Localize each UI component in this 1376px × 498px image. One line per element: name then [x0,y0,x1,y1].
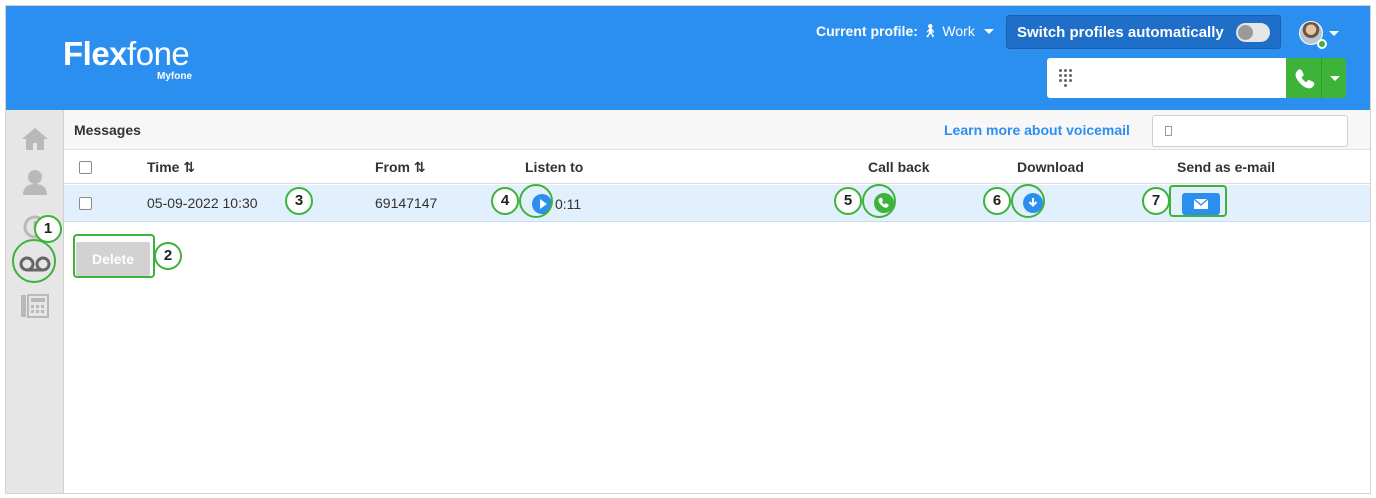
learn-more-link[interactable]: Learn more about voicemail [944,122,1130,138]
annotation-highlight [519,184,553,218]
column-listen: Listen to [525,159,584,175]
keypad-icon[interactable] [1059,69,1073,87]
dial-input[interactable] [1047,58,1286,98]
home-icon[interactable] [20,126,50,152]
message-from: 69147147 [375,195,438,211]
chevron-down-icon [1330,76,1340,81]
annotation-highlight [73,234,155,278]
messages-title-bar: Messages Learn more about voicemail [64,110,1370,150]
annotation-callout-7: 7 [1142,187,1170,215]
message-duration: 0:11 [555,196,582,212]
page-title: Messages [74,122,141,138]
current-profile-selector[interactable]: Current profile: 🚶︎ Work [816,23,994,39]
profile-value: Work [942,23,975,39]
message-time: 05-09-2022 10:30 [147,195,258,211]
switch-profiles-button[interactable]: Switch profiles automatically [1006,15,1281,49]
call-button[interactable] [1286,58,1321,98]
toggle-knob [1238,25,1253,40]
contact-icon[interactable] [20,168,50,196]
chevron-down-icon [983,28,994,34]
app-window: Flexfone Myfone Current profile: 🚶︎ Work… [5,5,1371,494]
sidebar [6,110,64,493]
switch-profiles-label: Switch profiles automatically [1017,23,1224,41]
column-download: Download [1017,159,1084,175]
annotation-callout-2: 2 [154,242,182,270]
select-all-checkbox[interactable] [79,161,92,174]
column-from[interactable]: From ⇅ [375,159,426,176]
annotation-highlight [1169,185,1227,217]
annotation-callout-1: 1 [34,215,62,243]
logo-subtitle: Myfone [157,71,192,82]
messages-panel: Messages Learn more about voicemail Time… [64,110,1370,493]
flexfone-logo[interactable]: Flexfone Myfone [63,36,192,83]
table-header: Time ⇅ From ⇅ Listen to Call back Downlo… [64,150,1370,184]
person-icon: 🚶︎ [921,23,939,38]
top-header: Flexfone Myfone Current profile: 🚶︎ Work… [6,6,1370,110]
online-status-dot [1317,39,1327,49]
sort-icon: ⇅ [183,159,196,175]
phonebook-icon[interactable] [20,294,50,318]
chevron-down-icon[interactable] [1329,31,1339,36]
annotation-callout-3: 3 [285,187,313,215]
column-time[interactable]: Time ⇅ [147,159,195,176]
annotation-callout-4: 4 [491,187,519,215]
sort-icon: ⇅ [413,159,426,175]
annotation-callout-5: 5 [834,187,862,215]
annotation-highlight [862,184,896,218]
column-call-back: Call back [868,159,930,175]
phone-icon [1295,69,1315,89]
annotation-highlight [12,239,56,283]
search-input[interactable] [1152,115,1348,147]
profile-label: Current profile: [816,23,918,39]
annotation-highlight [1011,184,1045,218]
annotation-callout-6: 6 [983,187,1011,215]
row-checkbox[interactable] [79,197,92,210]
column-send-email: Send as e-mail [1177,159,1276,175]
call-options-dropdown[interactable] [1321,58,1346,98]
text-cursor-icon [1165,126,1172,136]
switch-profiles-toggle[interactable] [1236,23,1270,42]
